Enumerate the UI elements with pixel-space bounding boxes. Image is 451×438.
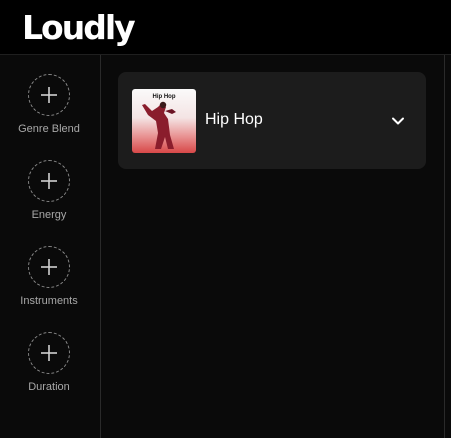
loudly-logo[interactable]: Loudly <box>22 8 136 48</box>
sidebar-item-energy[interactable]: Energy <box>0 160 100 230</box>
add-duration-button[interactable] <box>28 332 70 374</box>
plus-icon <box>41 345 57 361</box>
performer-illustration <box>142 101 176 149</box>
plus-icon <box>41 173 57 189</box>
genre-card[interactable]: Hip Hop Hip Hop <box>118 72 426 169</box>
sidebar-item-duration[interactable]: Duration <box>0 332 100 402</box>
genre-cover-image: Hip Hop <box>132 89 196 153</box>
add-genre-blend-button[interactable] <box>28 74 70 116</box>
sidebar-item-label: Instruments <box>20 295 78 307</box>
chevron-down-icon[interactable] <box>390 113 406 129</box>
sidebar-item-genre-blend[interactable]: Genre Blend <box>0 74 100 144</box>
add-instruments-button[interactable] <box>28 246 70 288</box>
sidebar: Genre Blend Energy Instruments Duration <box>0 55 101 438</box>
plus-icon <box>41 87 57 103</box>
plus-icon <box>41 259 57 275</box>
right-divider <box>444 55 445 438</box>
app-window: Loudly Genre Blend Energy Instruments Du… <box>0 0 451 438</box>
genre-name: Hip Hop <box>205 111 263 128</box>
add-energy-button[interactable] <box>28 160 70 202</box>
main-panel: Hip Hop Hip Hop <box>101 55 444 438</box>
sidebar-item-label: Duration <box>28 381 70 393</box>
sidebar-item-instruments[interactable]: Instruments <box>0 246 100 316</box>
sidebar-item-label: Genre Blend <box>18 123 80 135</box>
sidebar-item-label: Energy <box>31 209 67 221</box>
top-bar: Loudly <box>0 0 451 55</box>
